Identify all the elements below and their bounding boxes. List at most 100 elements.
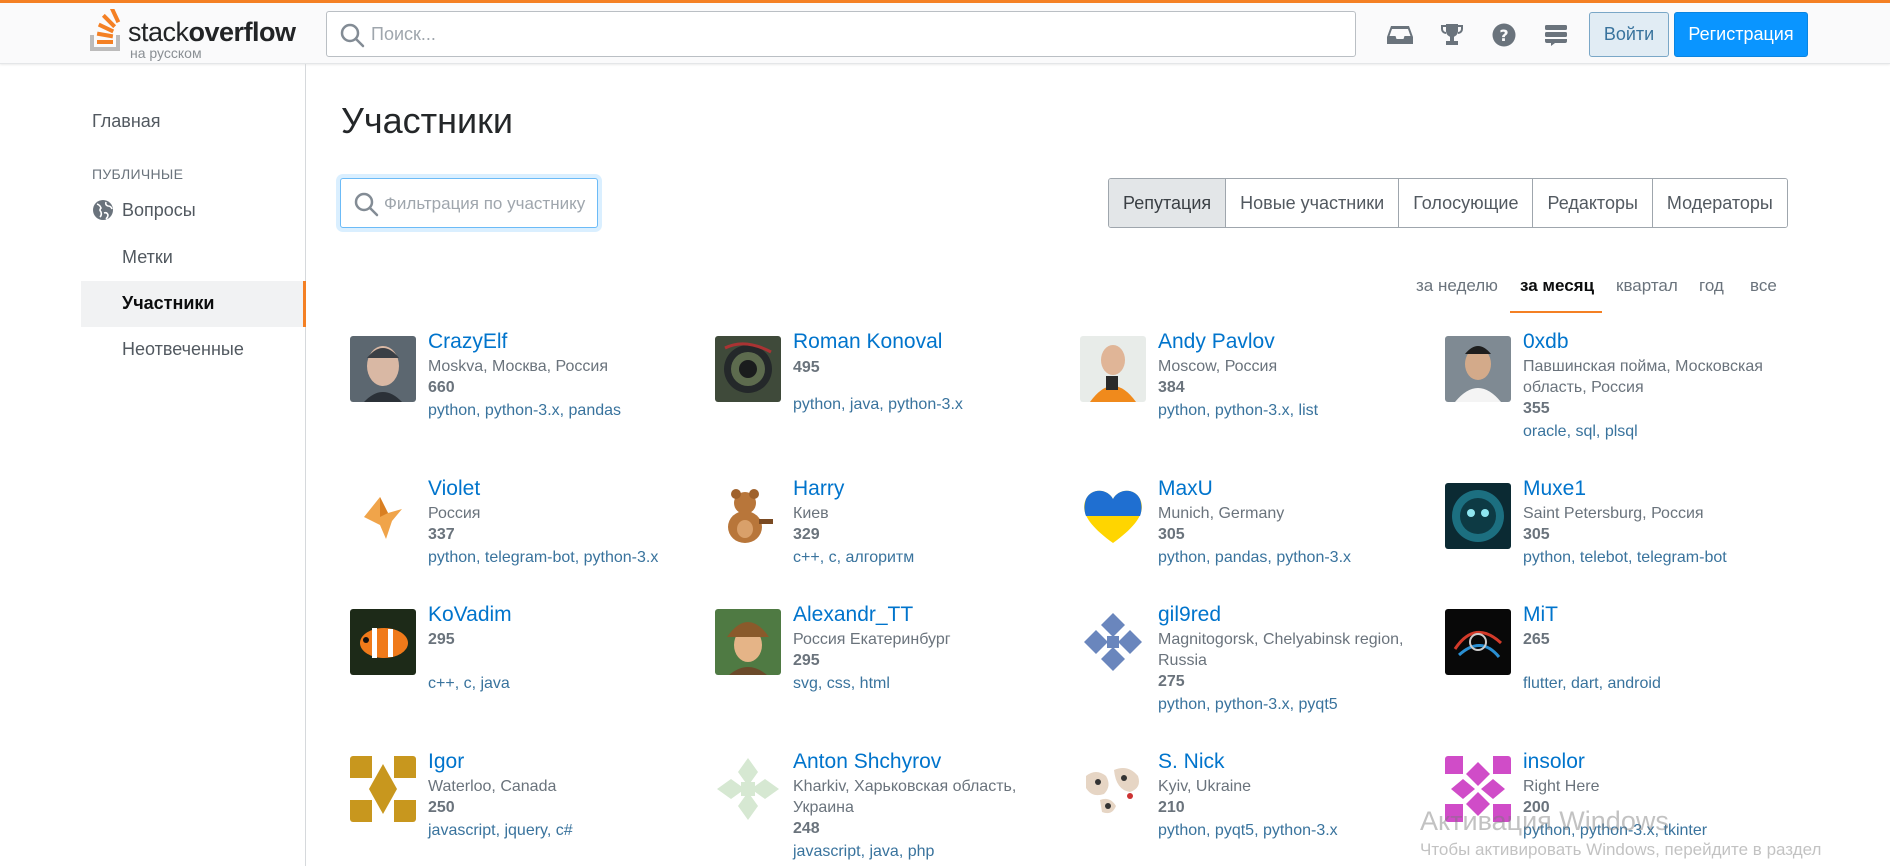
user-tags[interactable]: svg, css, html xyxy=(793,675,890,693)
user-name-link[interactable]: Igor xyxy=(428,750,464,774)
user-reputation: 210 xyxy=(1158,799,1185,816)
user-name-link[interactable]: Harry xyxy=(793,477,844,501)
nav-questions[interactable]: Вопросы xyxy=(92,200,196,221)
period-week[interactable]: за неделю xyxy=(1416,276,1498,296)
user-location: Kharkiv, Харьковская область, Украина xyxy=(793,778,1017,816)
user-tags[interactable]: python, telegram-bot, python-3.x xyxy=(428,549,658,567)
logo-wordmark: stackoverflow xyxy=(128,17,296,47)
page-title: Участники xyxy=(341,100,513,141)
nav-home[interactable]: Главная xyxy=(92,111,161,132)
nav-tags[interactable]: Метки xyxy=(122,247,173,268)
user-tags[interactable]: oracle, sql, plsql xyxy=(1523,423,1638,441)
stackoverflow-logo-icon xyxy=(90,9,121,51)
user-location: Павшинская пойма, Московская область, Ро… xyxy=(1523,358,1763,396)
user-name-link[interactable]: MaxU xyxy=(1158,477,1213,501)
avatar[interactable] xyxy=(1080,336,1146,402)
top-bar: stackoverflow на русском ? xyxy=(0,0,1890,64)
register-button[interactable]: Регистрация xyxy=(1674,12,1808,57)
user-name-link[interactable]: Roman Konoval xyxy=(793,330,942,354)
globe-icon xyxy=(93,200,113,220)
avatar[interactable] xyxy=(715,756,781,822)
user-name-link[interactable]: Anton Shchyrov xyxy=(793,750,941,774)
user-location: Moskva, Москва, Россия xyxy=(428,358,608,375)
user-tags[interactable]: python, telebot, telegram-bot xyxy=(1523,549,1727,567)
user-tags[interactable]: python, python-3.x, pyqt5 xyxy=(1158,696,1338,714)
inbox-icon[interactable] xyxy=(1384,19,1416,51)
period-month[interactable]: за месяц xyxy=(1520,276,1594,296)
user-reputation: 660 xyxy=(428,379,455,396)
nav-questions-label: Вопросы xyxy=(122,200,196,220)
period-quarter[interactable]: квартал xyxy=(1616,276,1678,296)
user-name-link[interactable]: Alexandr_TT xyxy=(793,603,913,627)
logo-subtitle: на русском xyxy=(130,45,202,61)
user-location: Moscow, Россия xyxy=(1158,358,1278,375)
user-name-link[interactable]: Violet xyxy=(428,477,480,501)
tab-new-users[interactable]: Новые участники xyxy=(1225,179,1399,227)
user-tags[interactable]: python, pandas, python-3.x xyxy=(1158,549,1351,567)
user-reputation: 337 xyxy=(428,526,455,543)
user-location: Киев xyxy=(793,505,829,522)
search-icon xyxy=(340,23,365,48)
user-tags[interactable]: python, java, python-3.x xyxy=(793,396,963,414)
tab-voters[interactable]: Голосующие xyxy=(1398,179,1533,227)
avatar[interactable] xyxy=(1080,756,1146,822)
achievements-icon[interactable] xyxy=(1436,19,1468,51)
user-tags[interactable]: python, python-3.x, list xyxy=(1158,402,1318,420)
user-reputation: 295 xyxy=(793,652,820,669)
user-location: Saint Petersburg, Россия xyxy=(1523,505,1704,522)
user-name-link[interactable]: KoVadim xyxy=(428,603,512,627)
user-name-link[interactable]: S. Nick xyxy=(1158,750,1225,774)
user-reputation: 275 xyxy=(1158,673,1185,690)
user-name-link[interactable]: Andy Pavlov xyxy=(1158,330,1275,354)
user-location: Munich, Germany xyxy=(1158,505,1285,522)
user-tags[interactable]: flutter, dart, android xyxy=(1523,675,1661,693)
user-location: Magnitogorsk, Chelyabinsk region, Russia xyxy=(1158,631,1404,669)
user-filter-input[interactable] xyxy=(384,191,589,217)
user-name-link[interactable]: gil9red xyxy=(1158,603,1221,627)
site-search[interactable] xyxy=(326,11,1356,57)
site-switcher-icon[interactable] xyxy=(1540,19,1572,51)
user-tags[interactable]: python, pyqt5, python-3.x xyxy=(1158,822,1338,840)
nav-section-heading: ПУБЛИЧНЫЕ xyxy=(92,166,184,182)
avatar[interactable] xyxy=(1445,483,1511,549)
avatar[interactable] xyxy=(350,336,416,402)
avatar[interactable] xyxy=(715,336,781,402)
avatar[interactable] xyxy=(1445,609,1511,675)
search-input[interactable] xyxy=(371,20,1331,48)
user-tags[interactable]: c++, c, алгоритм xyxy=(793,549,914,567)
user-name-link[interactable]: CrazyElf xyxy=(428,330,507,354)
user-tags[interactable]: python, python-3.x, pandas xyxy=(428,402,621,420)
avatar[interactable] xyxy=(715,609,781,675)
tab-reputation[interactable]: Репутация xyxy=(1109,179,1226,227)
avatar[interactable] xyxy=(715,483,781,549)
nav-unanswered[interactable]: Неотвеченные xyxy=(122,339,244,360)
period-all[interactable]: все xyxy=(1750,276,1777,296)
help-icon[interactable]: ? xyxy=(1488,19,1520,51)
avatar[interactable] xyxy=(1080,609,1146,675)
period-selected-underline xyxy=(1510,311,1602,313)
period-year[interactable]: год xyxy=(1699,276,1724,296)
avatar[interactable] xyxy=(1445,336,1511,402)
user-name-link[interactable]: Muxe1 xyxy=(1523,477,1586,501)
tab-moderators[interactable]: Модераторы xyxy=(1651,179,1787,227)
user-name-link[interactable]: MiT xyxy=(1523,603,1558,627)
user-reputation: 355 xyxy=(1523,400,1550,417)
user-name-link[interactable]: 0xdb xyxy=(1523,330,1569,354)
user-tags[interactable]: c++, c, java xyxy=(428,675,510,693)
user-tags[interactable]: javascript, java, php xyxy=(793,843,934,861)
avatar[interactable] xyxy=(350,756,416,822)
user-reputation: 329 xyxy=(793,526,820,543)
tab-editors[interactable]: Редакторы xyxy=(1532,179,1652,227)
user-filter[interactable] xyxy=(340,178,598,228)
avatar[interactable] xyxy=(350,483,416,549)
nav-users[interactable]: Участники xyxy=(122,293,215,314)
avatar[interactable] xyxy=(1080,483,1146,549)
windows-activation-watermark-title: Активация Windows xyxy=(1420,806,1669,836)
search-icon xyxy=(354,192,379,217)
site-logo[interactable]: stackoverflow на русском xyxy=(90,7,310,61)
avatar[interactable] xyxy=(350,609,416,675)
user-tags[interactable]: javascript, jquery, c# xyxy=(428,822,573,840)
login-button[interactable]: Войти xyxy=(1589,12,1669,57)
user-location: Right Here xyxy=(1523,778,1600,795)
user-name-link[interactable]: insolor xyxy=(1523,750,1585,774)
